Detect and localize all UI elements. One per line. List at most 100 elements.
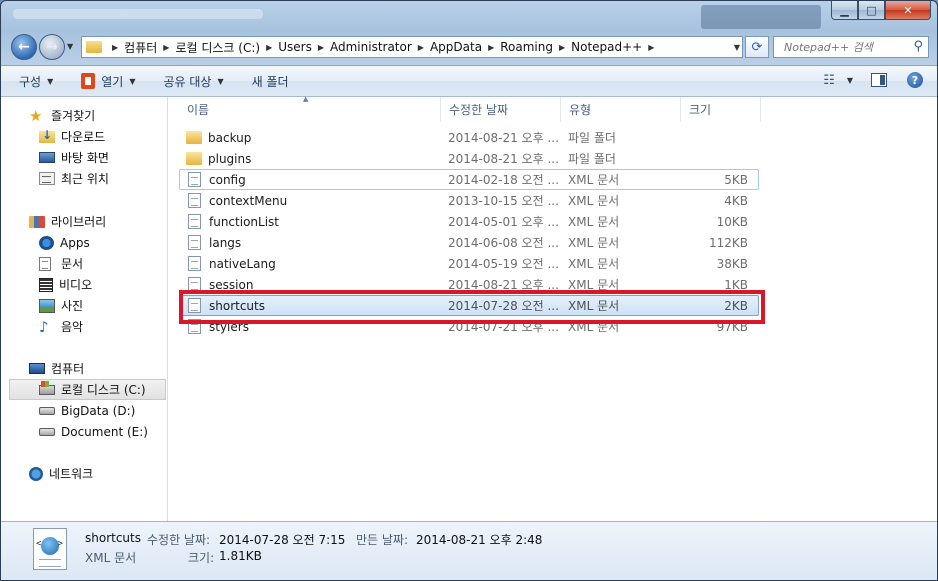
address-dropdown[interactable]: ▼	[734, 43, 740, 52]
picture-icon	[39, 298, 55, 313]
nav-item-apps[interactable]: Apps	[1, 232, 168, 253]
breadcrumb-administrator[interactable]: Administrator	[330, 40, 412, 54]
star-icon: ★	[29, 106, 43, 125]
preview-pane-icon[interactable]	[871, 73, 887, 87]
nav-label: 다운로드	[61, 130, 106, 144]
table-row[interactable]: contextMenu 2013-10-15 오전 ... XML 문서 4KB	[179, 190, 759, 211]
table-row[interactable]: config 2014-02-18 오전 ... XML 문서 5KB	[179, 169, 759, 190]
address-bar[interactable]: ▶ 컴퓨터 ▶ 로컬 디스크 (C:) ▶ Users ▶ Administra…	[81, 36, 743, 58]
search-box[interactable]: ⚲	[773, 36, 929, 58]
table-row[interactable]: stylers 2014-07-21 오후 ... XML 문서 97KB	[179, 316, 759, 337]
forward-button[interactable]: →	[39, 34, 65, 60]
maximize-button[interactable]: □	[858, 1, 885, 20]
search-icon[interactable]: ⚲	[913, 39, 923, 54]
navigation-pane[interactable]: ★ 즐겨찾기 다운로드 바탕 화면 최근 위치 라이브러리 Apps 문서 비디오…	[1, 97, 168, 521]
chevron-right-icon[interactable]: ▶	[266, 43, 272, 52]
window-controls: ▁ □ ✕	[831, 1, 931, 20]
breadcrumb-roaming[interactable]: Roaming	[500, 40, 553, 54]
details-file-type: XML 문서	[85, 551, 137, 565]
column-size[interactable]: 크기	[681, 97, 761, 122]
new-folder-button[interactable]: 새 폴더	[252, 73, 289, 90]
search-input[interactable]	[774, 37, 899, 57]
breadcrumb-local-disk[interactable]: 로컬 디스크 (C:)	[175, 39, 260, 56]
nav-item-videos[interactable]: 비디오	[1, 274, 168, 295]
chevron-right-icon[interactable]: ▶	[488, 43, 494, 52]
open-label: 열기	[101, 74, 124, 89]
nav-label: 바탕 화면	[61, 151, 109, 165]
xml-file-icon	[188, 319, 201, 334]
nav-libraries[interactable]: 라이브러리	[1, 211, 168, 232]
nav-item-music[interactable]: ♪ 음악	[1, 316, 168, 337]
file-name: langs	[209, 235, 242, 250]
share-button[interactable]: 공유 대상 ▼	[164, 73, 224, 90]
nav-item-c-drive[interactable]: 로컬 디스크 (C:)	[9, 379, 166, 400]
office-icon	[81, 73, 96, 89]
minimize-icon: ▁	[840, 3, 849, 17]
file-name-cell: langs	[180, 235, 440, 250]
chevron-right-icon[interactable]: ▶	[418, 43, 424, 52]
command-bar: 구성 ▼ 열기 ▼ 공유 대상 ▼ 새 폴더 ☷ ▼ ?	[1, 65, 937, 97]
table-row[interactable]: backup 2014-08-21 오후 ... 파일 폴더	[179, 127, 759, 148]
title-bar[interactable]: ▁ □ ✕	[1, 1, 937, 31]
file-list[interactable]: 이름 ▲ 수정한 날짜 유형 크기 backup 2014-08-21 오후 ..…	[169, 95, 937, 521]
table-row[interactable]: session 2014-08-21 오후 ... XML 문서 1KB	[179, 274, 759, 295]
xml-tag-icon: < >	[36, 539, 64, 549]
column-type[interactable]: 유형	[561, 97, 681, 122]
chevron-right-icon[interactable]: ▶	[318, 43, 324, 52]
chevron-down-icon[interactable]: ▼	[847, 76, 853, 85]
main-area: ★ 즐겨찾기 다운로드 바탕 화면 최근 위치 라이브러리 Apps 문서 비디오…	[1, 95, 937, 521]
table-row[interactable]: nativeLang 2014-05-19 오전 ... XML 문서 38KB	[179, 253, 759, 274]
nav-computer[interactable]: 컴퓨터	[1, 358, 168, 379]
favorites-group: ★ 즐겨찾기 다운로드 바탕 화면 최근 위치	[1, 105, 168, 189]
nav-item-d-drive[interactable]: BigData (D:)	[1, 400, 168, 421]
nav-item-pictures[interactable]: 사진	[1, 295, 168, 316]
column-date[interactable]: 수정한 날짜	[441, 97, 561, 122]
column-name[interactable]: 이름 ▲	[169, 95, 441, 122]
chevron-right-icon[interactable]: ▶	[648, 43, 654, 52]
chevron-right-icon[interactable]: ▶	[559, 43, 565, 52]
libraries-group: 라이브러리 Apps 문서 비디오 사진 ♪ 음악	[1, 211, 168, 337]
file-size-cell: 38KB	[716, 256, 748, 271]
video-icon	[39, 277, 53, 292]
network-group: 네트워크	[1, 463, 168, 484]
sort-ascending-icon: ▲	[303, 95, 309, 103]
file-type-cell: XML 문서	[568, 278, 620, 292]
details-size-value: 1.81KB	[219, 549, 262, 563]
minimize-button[interactable]: ▁	[831, 1, 858, 20]
arrow-left-icon: ←	[18, 39, 30, 55]
nav-favorites[interactable]: ★ 즐겨찾기	[1, 105, 168, 126]
close-button[interactable]: ✕	[885, 1, 931, 20]
xml-file-large-icon: < >	[33, 528, 67, 570]
organize-button[interactable]: 구성 ▼	[19, 73, 53, 90]
column-date-label: 수정한 날짜	[449, 103, 509, 117]
refresh-button[interactable]: ⟳	[745, 36, 769, 58]
nav-item-recent[interactable]: 최근 위치	[1, 168, 168, 189]
recent-pages-dropdown[interactable]: ▼	[67, 42, 73, 51]
computer-group: 컴퓨터 로컬 디스크 (C:) BigData (D:) Document (E…	[1, 358, 168, 442]
table-row[interactable]: functionList 2014-05-01 오후 ... XML 문서 10KB	[179, 211, 759, 232]
chevron-right-icon[interactable]: ▶	[163, 43, 169, 52]
file-name-cell: functionList	[180, 214, 440, 229]
table-row[interactable]: plugins 2014-08-21 오후 ... 파일 폴더	[179, 148, 759, 169]
nav-item-desktop[interactable]: 바탕 화면	[1, 147, 168, 168]
breadcrumb-notepadpp[interactable]: Notepad++	[571, 40, 642, 54]
help-icon[interactable]: ?	[907, 72, 923, 88]
table-row[interactable]: langs 2014-06-08 오전 ... XML 문서 112KB	[179, 232, 759, 253]
file-size-cell: 112KB	[708, 235, 748, 250]
breadcrumb-users[interactable]: Users	[278, 40, 312, 54]
nav-label: 로컬 디스크 (C:)	[61, 383, 146, 397]
xml-file-icon	[188, 214, 201, 229]
nav-label: Document (E:)	[61, 424, 148, 439]
column-headers: 이름 ▲ 수정한 날짜 유형 크기	[169, 95, 937, 122]
breadcrumb-computer[interactable]: 컴퓨터	[124, 39, 157, 56]
chevron-right-icon[interactable]: ▶	[112, 43, 118, 52]
nav-item-documents[interactable]: 문서	[1, 253, 168, 274]
view-options-icon[interactable]: ☷	[823, 73, 835, 88]
nav-item-e-drive[interactable]: Document (E:)	[1, 421, 168, 442]
breadcrumb-appdata[interactable]: AppData	[430, 40, 482, 54]
table-row[interactable]: shortcuts 2014-07-28 오전 ... XML 문서 2KB	[179, 295, 759, 316]
nav-network[interactable]: 네트워크	[1, 463, 168, 484]
open-button[interactable]: 열기 ▼	[81, 73, 136, 90]
nav-item-downloads[interactable]: 다운로드	[1, 126, 168, 147]
back-button[interactable]: ←	[11, 34, 37, 60]
